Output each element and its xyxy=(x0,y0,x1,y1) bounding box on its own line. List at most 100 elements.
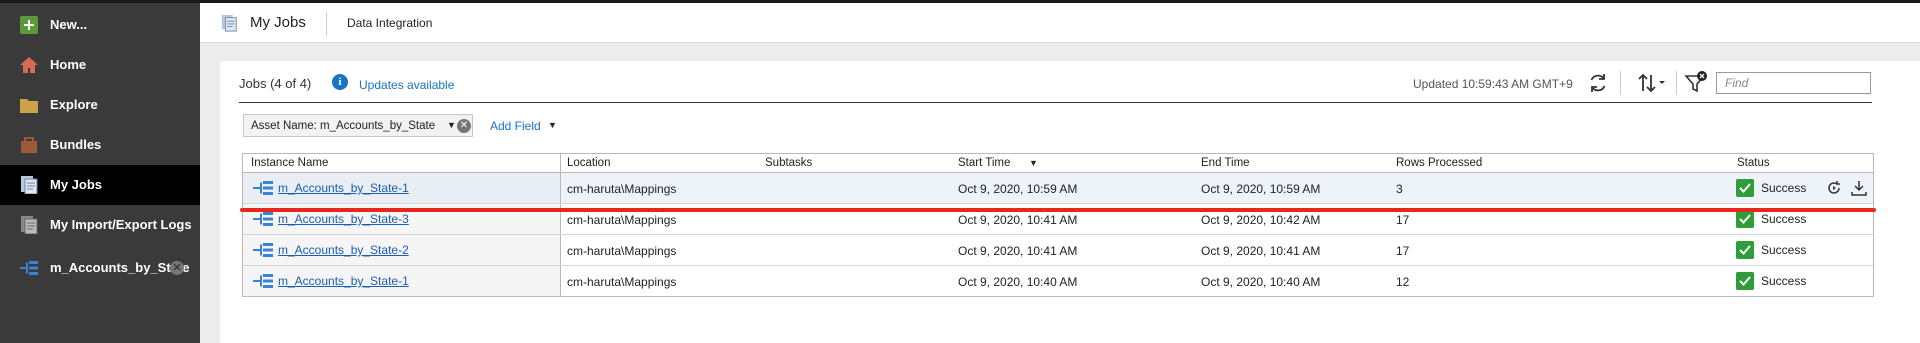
sidebar-item-mapping-tab[interactable]: m_Accounts_by_State ✕ xyxy=(0,248,200,288)
location-cell: cm-haruta\Mappings xyxy=(567,182,677,196)
column-header-end-time[interactable]: End Time xyxy=(1201,157,1250,169)
location-cell: cm-haruta\Mappings xyxy=(567,275,677,289)
sidebar-item-import-export-logs[interactable]: My Import/Export Logs xyxy=(0,205,200,245)
rows-processed-cell: 3 xyxy=(1396,182,1403,196)
column-divider xyxy=(560,173,561,203)
end-time-cell: Oct 9, 2020, 10:41 AM xyxy=(1201,244,1321,258)
sidebar-item-label: New... xyxy=(50,17,88,32)
table-row[interactable]: m_Accounts_by_State-1 cm-haruta\Mappings… xyxy=(243,173,1873,204)
column-header-location[interactable]: Location xyxy=(567,157,610,169)
status-text: Success xyxy=(1761,243,1807,257)
table-row[interactable]: m_Accounts_by_State-2 cm-haruta\Mappings… xyxy=(243,235,1873,266)
column-header-start-time[interactable]: Start Time xyxy=(958,157,1010,169)
column-header-subtasks[interactable]: Subtasks xyxy=(765,157,812,169)
status-text: Success xyxy=(1761,181,1807,195)
end-time-cell: Oct 9, 2020, 10:59 AM xyxy=(1201,182,1321,196)
sidebar-item-label: Home xyxy=(50,57,87,72)
start-time-cell: Oct 9, 2020, 10:40 AM xyxy=(958,275,1078,289)
logs-icon xyxy=(21,216,38,234)
updated-timestamp: Updated 10:59:43 AM GMT+9 xyxy=(1413,77,1573,91)
column-header-rows-processed[interactable]: Rows Processed xyxy=(1396,157,1482,169)
column-divider xyxy=(560,235,561,265)
chevron-down-icon[interactable]: ▼ xyxy=(447,120,456,130)
location-cell: cm-haruta\Mappings xyxy=(567,213,677,227)
jobs-count: Jobs (4 of 4) xyxy=(239,76,312,91)
end-time-cell: Oct 9, 2020, 10:42 AM xyxy=(1201,213,1321,227)
folder-icon xyxy=(20,99,38,113)
rows-processed-cell: 12 xyxy=(1396,275,1410,289)
sidebar-item-label: m_Accounts_by_State xyxy=(50,260,190,275)
instance-name-cell: m_Accounts_by_State-2 xyxy=(243,235,560,265)
check-icon xyxy=(1736,241,1754,259)
refresh-icon[interactable] xyxy=(1586,71,1610,95)
instance-name-link[interactable]: m_Accounts_by_State-3 xyxy=(278,212,409,226)
page-header: My Jobs Data Integration xyxy=(200,0,1920,43)
instance-name-link[interactable]: m_Accounts_by_State-1 xyxy=(278,181,409,195)
header-divider xyxy=(326,12,327,36)
sidebar-item-label: Bundles xyxy=(50,137,102,152)
mapping-icon xyxy=(253,181,273,195)
mapping-icon xyxy=(253,274,273,288)
column-divider xyxy=(560,154,561,172)
sidebar-item-my-jobs[interactable]: My Jobs xyxy=(0,165,200,205)
filter-chip-label: Asset Name: m_Accounts_by_State xyxy=(251,120,436,132)
jobs-panel: Jobs (4 of 4) i Updates available Update… xyxy=(220,61,1920,343)
instance-name-cell: m_Accounts_by_State-1 xyxy=(243,173,560,203)
column-header-instance-name[interactable]: Instance Name xyxy=(251,157,328,169)
jobs-icon xyxy=(221,14,237,32)
sidebar: New... Home Explore Bundles My Jobs My I… xyxy=(0,0,200,343)
toolbar-divider xyxy=(1620,71,1621,95)
sidebar-item-home[interactable]: Home xyxy=(0,45,200,85)
location-cell: cm-haruta\Mappings xyxy=(567,244,677,258)
start-time-cell: Oct 9, 2020, 10:41 AM xyxy=(958,213,1078,227)
sidebar-item-explore[interactable]: Explore xyxy=(0,85,200,125)
rows-processed-cell: 17 xyxy=(1396,213,1410,227)
table-header: Instance Name Location Subtasks Start Ti… xyxy=(243,154,1873,173)
filter-icon[interactable] xyxy=(1684,71,1708,95)
table-row[interactable]: m_Accounts_by_State-1 cm-haruta\Mappings… xyxy=(243,266,1873,296)
sidebar-item-label: Explore xyxy=(50,97,98,112)
add-field-button[interactable]: Add Field xyxy=(490,119,541,133)
bundle-icon xyxy=(21,137,37,153)
start-time-cell: Oct 9, 2020, 10:41 AM xyxy=(958,244,1078,258)
instance-name-cell: m_Accounts_by_State-1 xyxy=(243,266,560,296)
start-time-cell: Oct 9, 2020, 10:59 AM xyxy=(958,182,1078,196)
restart-icon[interactable] xyxy=(1824,178,1844,198)
download-icon[interactable] xyxy=(1849,178,1869,198)
check-icon xyxy=(1736,272,1754,290)
close-icon[interactable]: ✕ xyxy=(170,261,184,275)
sidebar-item-label: My Import/Export Logs xyxy=(50,217,192,232)
search-input[interactable] xyxy=(1716,72,1871,94)
sort-desc-icon[interactable]: ▼ xyxy=(1029,158,1038,168)
mapping-icon xyxy=(20,261,38,275)
check-icon xyxy=(1736,179,1754,197)
sidebar-item-label: My Jobs xyxy=(50,177,103,192)
info-icon: i xyxy=(332,74,348,90)
plus-icon xyxy=(20,16,38,34)
updates-available-link[interactable]: Updates available xyxy=(359,78,454,92)
status-text: Success xyxy=(1761,212,1807,226)
remove-filter-icon[interactable]: ✕ xyxy=(457,119,471,133)
end-time-cell: Oct 9, 2020, 10:40 AM xyxy=(1201,275,1321,289)
toolbar-divider xyxy=(1676,71,1677,95)
check-icon xyxy=(1736,210,1754,228)
page-subtitle: Data Integration xyxy=(347,16,433,30)
jobs-table: Instance Name Location Subtasks Start Ti… xyxy=(242,153,1874,297)
column-divider xyxy=(560,266,561,296)
chevron-down-icon[interactable]: ▼ xyxy=(548,120,557,130)
mapping-icon xyxy=(253,212,273,226)
instance-name-link[interactable]: m_Accounts_by_State-2 xyxy=(278,243,409,257)
sidebar-item-bundles[interactable]: Bundles xyxy=(0,125,200,165)
page-title: My Jobs xyxy=(250,14,306,31)
filter-chip[interactable]: Asset Name: m_Accounts_by_State ▼ ✕ xyxy=(243,114,473,137)
mapping-icon xyxy=(253,243,273,257)
toolbar-rule xyxy=(239,102,1872,103)
sidebar-item-new[interactable]: New... xyxy=(0,5,200,45)
column-header-status[interactable]: Status xyxy=(1737,157,1770,169)
sort-icon[interactable] xyxy=(1636,71,1668,95)
highlight-underline xyxy=(240,208,1876,212)
jobs-icon xyxy=(21,176,38,194)
instance-name-link[interactable]: m_Accounts_by_State-1 xyxy=(278,274,409,288)
rows-processed-cell: 17 xyxy=(1396,244,1410,258)
status-text: Success xyxy=(1761,274,1807,288)
